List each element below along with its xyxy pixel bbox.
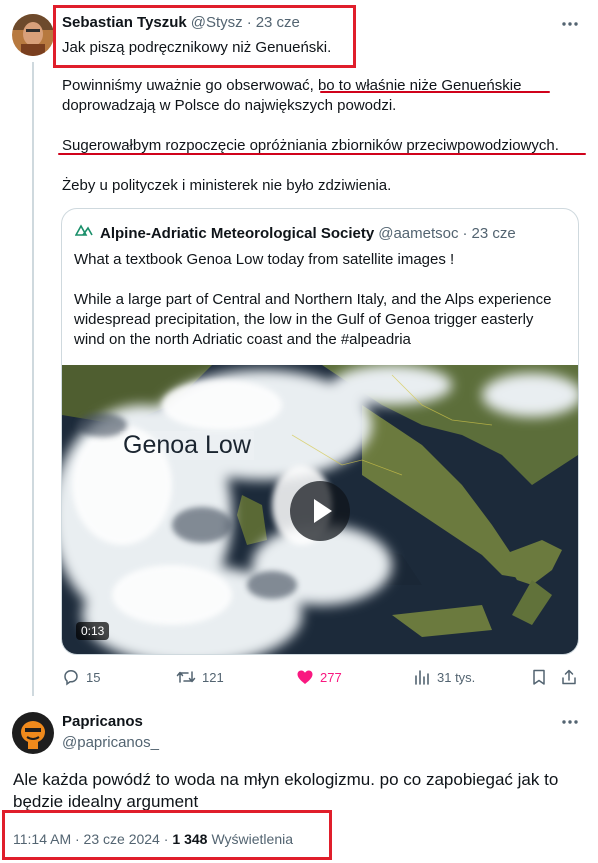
reply-author-avatar[interactable] [12,712,54,754]
quoted-separator: · [462,225,468,242]
views-count: 31 tys. [437,669,476,685]
quoted-tweet-card[interactable]: Alpine-Adriatic Meteorological Society @… [61,208,579,655]
like-count: 277 [320,669,342,685]
quoted-para-a: While a large part of Central and Northe… [74,291,552,308]
reply-author-name[interactable]: Papricanos [62,713,143,730]
quoted-line1: What a textbook Genoa Low today from sat… [74,251,455,268]
underline-2 [58,153,586,155]
tweet-header: Sebastian Tyszuk @Stysz · 23 cze [62,13,300,33]
underline-1 [320,91,550,93]
reply-more-icon[interactable] [560,712,580,732]
quoted-date[interactable]: 23 cze [471,224,515,244]
thread-line [32,62,34,696]
views-action[interactable]: 31 tys. [413,668,475,686]
reply-count: 15 [86,669,101,685]
reply-views-label: Wyświetlenia [211,831,294,847]
quoted-org-icon [74,223,93,237]
views-icon [415,670,429,685]
retweet-count: 121 [202,669,224,685]
quoted-para-c: wind on the north Adriatic coast and the… [74,331,411,348]
reply-icon [64,670,78,686]
retweet-action[interactable]: 121 [176,668,224,686]
author-handle[interactable]: @Stysz [191,13,243,33]
tweet-para1-line-b: doprowadzają w Polsce do największych po… [62,97,397,114]
heart-icon [297,670,313,684]
play-icon [314,499,332,523]
video-label-text: Genoa Low [120,431,254,460]
more-icon[interactable] [560,14,580,34]
reply-meta: 11:14 AM · 23 cze 2024 · 1 348 Wyświetle… [13,831,293,847]
author-name[interactable]: Sebastian Tyszuk [62,14,187,31]
reply-timestamp[interactable]: 11:14 AM · 23 cze 2024 · [13,831,168,847]
separator-dot: · [246,14,252,31]
like-action[interactable]: 277 [296,668,342,686]
bookmark-icon[interactable] [530,668,548,686]
quoted-para-b: widespread precipitation, the low in the… [74,311,534,328]
reply-author-handle[interactable]: @papricanos_ [62,733,159,753]
reply-action[interactable]: 15 [62,668,100,686]
tweet-date[interactable]: 23 cze [256,13,300,33]
tweet-text-line1: Jak piszą podręcznikowy niż Genueński. [62,39,332,56]
play-button[interactable] [290,481,350,541]
author-avatar[interactable] [12,14,54,56]
reply-text-line1: Ale każda powódź to woda na młyn ekologi… [13,770,559,789]
tweet-para1-line-a: Powinniśmy uważnie go obserwować, bo to … [62,77,522,94]
quoted-handle[interactable]: @aametsoc [378,224,458,244]
reply-views-count: 1 348 [172,831,208,847]
video-duration: 0:13 [76,622,110,640]
tweet-para3: Żeby u polityczek i ministerek nie było … [62,177,392,194]
retweet-icon [176,671,196,683]
share-icon[interactable] [560,668,578,686]
quoted-header: Alpine-Adriatic Meteorological Society @… [100,224,516,244]
quoted-author-name[interactable]: Alpine-Adriatic Meteorological Society [100,225,374,242]
